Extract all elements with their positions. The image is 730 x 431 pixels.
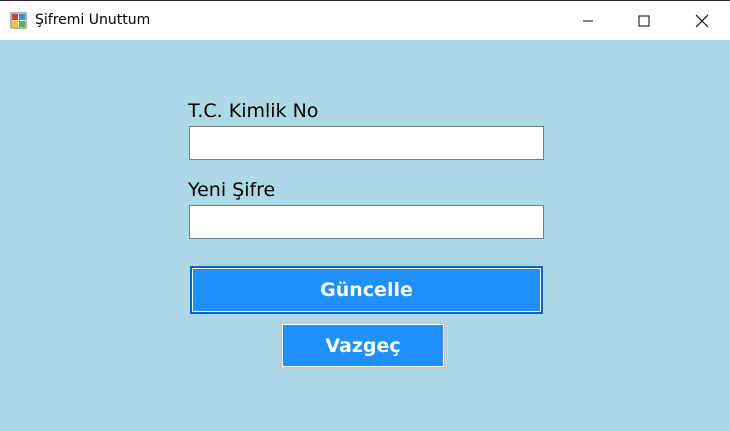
maximize-icon	[638, 15, 650, 27]
app-form-icon	[10, 12, 27, 29]
update-button[interactable]: Güncelle	[190, 266, 543, 314]
close-button[interactable]	[674, 1, 730, 40]
new-password-input[interactable]	[189, 205, 544, 239]
minimize-button[interactable]	[560, 1, 616, 40]
minimize-icon	[582, 15, 594, 27]
tc-kimlik-input[interactable]	[189, 126, 544, 160]
title-bar[interactable]: Şifremi Unuttum	[0, 0, 730, 40]
update-button-label: Güncelle	[320, 279, 413, 301]
cancel-button-label: Vazgeç	[325, 334, 401, 357]
form-body: T.C. Kimlik No Yeni Şifre Güncelle Vazge…	[0, 40, 730, 431]
forgot-password-window: Şifremi Unuttum T.C. Kimlik No Yeni Şifr…	[0, 0, 730, 431]
new-password-label: Yeni Şifre	[188, 179, 276, 201]
cancel-button[interactable]: Vazgeç	[280, 322, 446, 369]
window-title: Şifremi Unuttum	[35, 12, 151, 28]
tc-kimlik-label: T.C. Kimlik No	[188, 100, 319, 122]
close-icon	[695, 14, 709, 28]
maximize-button[interactable]	[616, 1, 672, 40]
